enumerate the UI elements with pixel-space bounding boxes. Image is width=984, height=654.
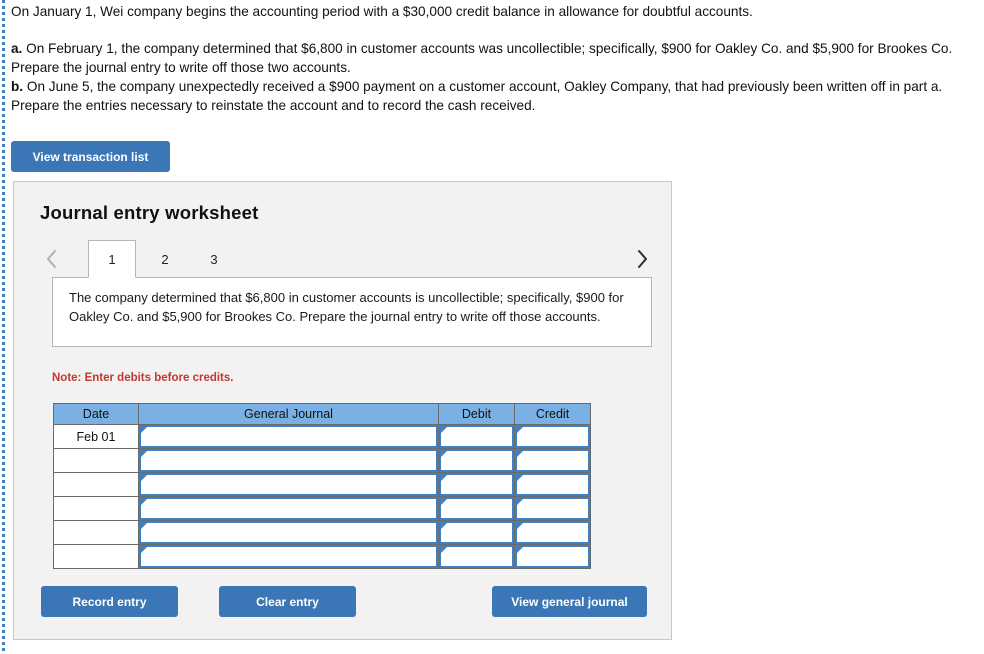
column-header-date: Date xyxy=(53,403,139,425)
cell-credit[interactable] xyxy=(514,520,591,545)
cell-marker-icon xyxy=(517,427,523,433)
cell-marker-icon xyxy=(141,451,147,457)
debit-input[interactable] xyxy=(439,425,514,448)
cell-marker-icon xyxy=(441,475,447,481)
cell-general-journal[interactable] xyxy=(138,544,439,569)
column-header-general-journal: General Journal xyxy=(138,403,439,425)
debits-before-credits-note: Note: Enter debits before credits. xyxy=(52,372,234,384)
debit-input[interactable] xyxy=(439,497,514,520)
part-a-label: a. xyxy=(11,41,23,56)
cell-marker-icon xyxy=(441,427,447,433)
debit-input[interactable] xyxy=(439,449,514,472)
cell-credit[interactable] xyxy=(514,496,591,521)
cell-debit[interactable] xyxy=(438,496,515,521)
chevron-left-icon[interactable] xyxy=(40,246,62,272)
view-general-journal-button[interactable]: View general journal xyxy=(492,586,647,617)
account-select[interactable] xyxy=(139,425,438,448)
credit-input[interactable] xyxy=(515,425,590,448)
clear-entry-button[interactable]: Clear entry xyxy=(219,586,356,617)
journal-entry-table-body: Feb 01 xyxy=(53,424,591,569)
cell-marker-icon xyxy=(517,523,523,529)
cell-credit[interactable] xyxy=(514,544,591,569)
cell-credit[interactable] xyxy=(514,472,591,497)
cell-general-journal[interactable] xyxy=(138,472,439,497)
debit-input[interactable] xyxy=(439,521,514,544)
left-edge-dotted-rule xyxy=(2,0,5,654)
account-select[interactable] xyxy=(139,449,438,472)
record-entry-button[interactable]: Record entry xyxy=(41,586,178,617)
cell-debit[interactable] xyxy=(438,520,515,545)
journal-entry-table: Date General Journal Debit Credit Feb 01 xyxy=(53,403,591,569)
worksheet-description-box: The company determined that $6,800 in cu… xyxy=(52,277,652,347)
worksheet-tab-strip: 1 2 3 xyxy=(40,240,653,278)
worksheet-tab-2[interactable]: 2 xyxy=(141,240,189,278)
cell-marker-icon xyxy=(141,427,147,433)
cell-marker-icon xyxy=(441,523,447,529)
worksheet-description-text: The company determined that $6,800 in cu… xyxy=(69,290,624,324)
cell-marker-icon xyxy=(141,499,147,505)
cell-general-journal[interactable] xyxy=(138,520,439,545)
cell-debit[interactable] xyxy=(438,472,515,497)
cell-marker-icon xyxy=(517,547,523,553)
cell-credit[interactable] xyxy=(514,424,591,449)
cell-date[interactable] xyxy=(53,448,139,473)
account-select[interactable] xyxy=(139,545,438,568)
credit-input[interactable] xyxy=(515,521,590,544)
part-a-text: On February 1, the company determined th… xyxy=(11,41,953,75)
account-select[interactable] xyxy=(139,521,438,544)
problem-part-a: a. On February 1, the company determined… xyxy=(11,39,961,77)
cell-debit[interactable] xyxy=(438,544,515,569)
cell-date[interactable] xyxy=(53,544,139,569)
cell-date[interactable]: Feb 01 xyxy=(53,424,139,449)
cell-credit[interactable] xyxy=(514,448,591,473)
table-header-row: Date General Journal Debit Credit xyxy=(53,403,591,425)
cell-marker-icon xyxy=(517,499,523,505)
cell-marker-icon xyxy=(141,523,147,529)
column-header-credit: Credit xyxy=(514,403,591,425)
problem-part-b: b. On June 5, the company unexpectedly r… xyxy=(11,77,961,115)
problem-intro: On January 1, Wei company begins the acc… xyxy=(11,4,753,19)
table-row xyxy=(53,472,591,497)
cell-marker-icon xyxy=(517,475,523,481)
cell-general-journal[interactable] xyxy=(138,424,439,449)
panel-title: Journal entry worksheet xyxy=(40,202,259,223)
cell-debit[interactable] xyxy=(438,424,515,449)
part-b-text: On June 5, the company unexpectedly rece… xyxy=(11,79,943,113)
debit-input[interactable] xyxy=(439,545,514,568)
table-row xyxy=(53,544,591,569)
worksheet-tab-1[interactable]: 1 xyxy=(88,240,136,278)
cell-date[interactable] xyxy=(53,520,139,545)
cell-date[interactable] xyxy=(53,496,139,521)
column-header-debit: Debit xyxy=(438,403,515,425)
cell-date[interactable] xyxy=(53,472,139,497)
credit-input[interactable] xyxy=(515,545,590,568)
cell-marker-icon xyxy=(141,475,147,481)
view-transaction-list-button[interactable]: View transaction list xyxy=(11,141,170,172)
problem-statement: On January 1, Wei company begins the acc… xyxy=(11,2,961,115)
table-row xyxy=(53,448,591,473)
cell-general-journal[interactable] xyxy=(138,496,439,521)
credit-input[interactable] xyxy=(515,497,590,520)
account-select[interactable] xyxy=(139,473,438,496)
cell-debit[interactable] xyxy=(438,448,515,473)
part-b-label: b. xyxy=(11,79,24,94)
cell-general-journal[interactable] xyxy=(138,448,439,473)
table-row xyxy=(53,520,591,545)
table-row: Feb 01 xyxy=(53,424,591,449)
cell-marker-icon xyxy=(441,451,447,457)
credit-input[interactable] xyxy=(515,449,590,472)
cell-marker-icon xyxy=(441,547,447,553)
cell-marker-icon xyxy=(141,547,147,553)
cell-marker-icon xyxy=(441,499,447,505)
cell-marker-icon xyxy=(517,451,523,457)
worksheet-tab-3[interactable]: 3 xyxy=(190,240,238,278)
account-select[interactable] xyxy=(139,497,438,520)
debit-input[interactable] xyxy=(439,473,514,496)
credit-input[interactable] xyxy=(515,473,590,496)
table-row xyxy=(53,496,591,521)
chevron-right-icon[interactable] xyxy=(631,246,653,272)
journal-entry-worksheet-panel: Journal entry worksheet 1 2 3 The compan… xyxy=(13,181,672,640)
